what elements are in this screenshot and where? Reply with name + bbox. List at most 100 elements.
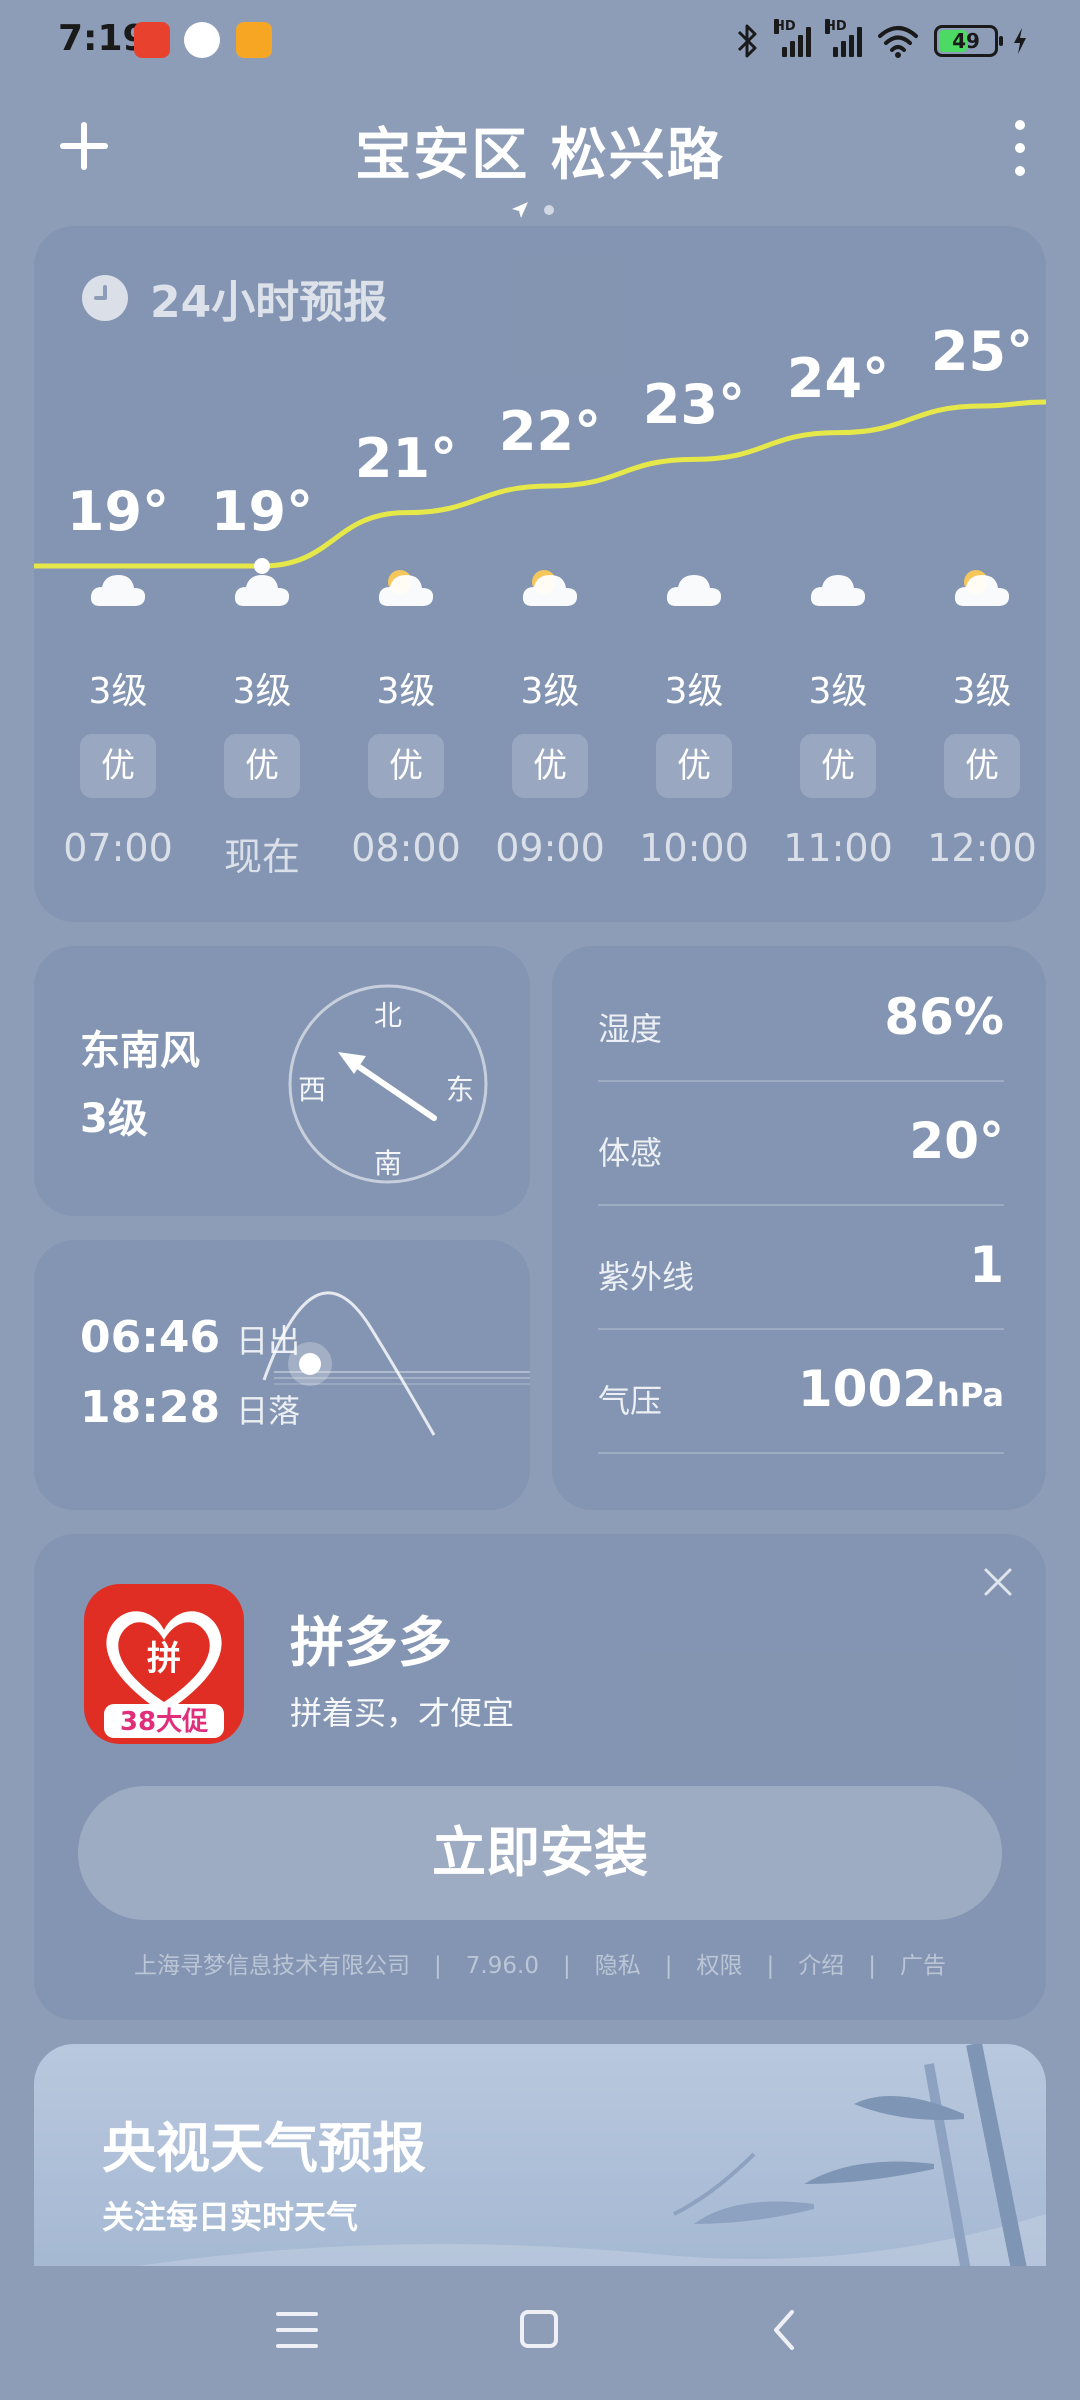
system-nav-bar	[0, 2266, 1080, 2400]
footer-separator: |	[562, 1953, 571, 1979]
ad-footer: 上海寻梦信息技术有限公司 | 7.96.0 | 隐私 | 权限 | 介绍 | 广告	[34, 1946, 1046, 1980]
ad-company: 上海寻梦信息技术有限公司	[134, 1953, 411, 1979]
close-icon[interactable]	[980, 1564, 1016, 1600]
hour-temp: 21°	[354, 426, 458, 490]
charging-icon	[1014, 28, 1026, 54]
status-icons: HD HD 49	[736, 19, 1028, 62]
hour-aqi-badge: 优	[800, 734, 876, 798]
wifi-icon	[878, 26, 918, 58]
detail-value: 86%	[884, 988, 1004, 1046]
sun-card[interactable]: 06:46 日出 18:28 日落	[34, 1240, 530, 1510]
bluetooth-icon	[737, 24, 757, 58]
compass-north: 北	[374, 999, 403, 1032]
hour-temp: 24°	[786, 346, 890, 410]
hour-temp: 19°	[210, 480, 314, 543]
logo-badge: 38大促	[120, 1707, 208, 1737]
hour-time: 08:00	[351, 826, 461, 870]
ad-label: 广告	[899, 1953, 946, 1979]
hour-wind-level: 3级	[952, 671, 1012, 712]
hour-wind-level: 3级	[664, 671, 724, 712]
toutiao-app-icon	[134, 22, 170, 58]
recent-apps-button[interactable]	[276, 2312, 318, 2348]
detail-humidity: 湿度 86%	[598, 958, 1004, 1082]
detail-uv: 紫外线 1	[598, 1206, 1004, 1330]
detail-value: 20°	[909, 1112, 1004, 1170]
cloud-icon	[666, 575, 722, 606]
partly-sunny-icon	[378, 570, 434, 606]
hour-wind-level: 3级	[232, 671, 292, 712]
ad-permissions-link[interactable]: 权限	[684, 1953, 754, 1979]
detail-label: 湿度	[598, 1010, 663, 1048]
wind-compass: 北 南 东 西	[286, 982, 490, 1186]
hourly-forecast-card[interactable]: 24小时预报 19° 3级优 07:00 19° 3级优现在 21° 3级优 08:00 22°…	[34, 226, 1046, 922]
hour-time: 11:00	[783, 826, 893, 870]
hour-aqi-badge: 优	[944, 734, 1020, 798]
details-card[interactable]: 湿度 86% 体感 20° 紫外线 1 气压 1002hPa	[552, 946, 1046, 1510]
hd-label: HD	[825, 19, 847, 34]
hour-time: 现在	[223, 835, 300, 879]
footer-separator: |	[766, 1953, 775, 1979]
detail-label: 紫外线	[598, 1258, 695, 1296]
hour-aqi-badge: 优	[512, 734, 588, 798]
avatar-app-icon	[184, 22, 220, 58]
ad-version: 7.96.0	[465, 1953, 539, 1979]
wind-level: 3级	[80, 1096, 148, 1142]
sunset-time: 18:28	[80, 1382, 221, 1433]
cloud-icon	[810, 575, 866, 606]
detail-value: 1002hPa	[797, 1360, 1004, 1418]
hour-aqi-badge: 优	[80, 734, 156, 798]
hour-temp: 19°	[66, 480, 170, 543]
ad-card: 拼 38大促 拼多多 拼着买，才便宜 立即安装 上海寻梦信息技术有限公司 | 7.9…	[34, 1534, 1046, 2020]
message-app-icon	[236, 22, 272, 58]
detail-value: 1	[969, 1236, 1004, 1294]
footer-separator: |	[434, 1953, 442, 1979]
ad-intro-link[interactable]: 介绍	[786, 1953, 856, 1979]
cloud-icon	[234, 575, 290, 606]
hour-time: 10:00	[639, 826, 749, 870]
sunset-label: 日落	[236, 1392, 301, 1430]
cloud-icon	[90, 575, 146, 606]
sunrise-row: 06:46 日出	[80, 1312, 300, 1363]
battery-icon: 49	[934, 25, 1003, 57]
pinduoduo-logo[interactable]: 拼 38大促	[84, 1584, 244, 1744]
hd-label: HD	[774, 19, 796, 34]
signal-icon-2: HD	[825, 19, 862, 57]
hour-wind-level: 3级	[520, 671, 580, 712]
pressure-unit: hPa	[937, 1376, 1004, 1414]
cctv-subtitle: 关注每日实时天气	[102, 2198, 359, 2236]
hour-aqi-badge: 优	[224, 734, 300, 798]
page-indicator	[510, 200, 554, 220]
more-options-button[interactable]	[1008, 120, 1032, 176]
ad-privacy-link[interactable]: 隐私	[583, 1953, 653, 1979]
compass-south: 南	[374, 1147, 403, 1180]
sunset-row: 18:28 日落	[80, 1382, 300, 1433]
hour-time: 09:00	[495, 826, 605, 870]
ad-slogan: 拼着买，才便宜	[290, 1694, 515, 1732]
hour-wind-level: 3级	[808, 671, 868, 712]
hour-wind-level: 3级	[376, 671, 436, 712]
logo-char: 拼	[147, 1639, 181, 1679]
wind-card[interactable]: 东南风 3级 北 南 东 西	[34, 946, 530, 1216]
partly-sunny-icon	[522, 570, 578, 606]
location-title: 宝安区 松兴路	[355, 123, 725, 188]
hour-temp: 23°	[642, 373, 746, 437]
ad-app-name: 拼多多	[290, 1611, 452, 1674]
partly-sunny-icon	[954, 570, 1010, 606]
hour-time: 12:00	[927, 826, 1037, 870]
sunrise-label: 日出	[236, 1322, 301, 1360]
hour-temp: 22°	[498, 400, 602, 463]
hour-aqi-badge: 优	[656, 734, 732, 798]
install-button[interactable]: 立即安装	[78, 1786, 1002, 1920]
status-bar: 7:19 HD HD 49	[0, 0, 1080, 84]
detail-pressure: 气压 1002hPa	[598, 1330, 1004, 1454]
footer-separator: |	[868, 1953, 876, 1979]
sun-arc-icon	[262, 1291, 530, 1436]
compass-west: 西	[298, 1073, 327, 1106]
back-button[interactable]	[770, 2308, 798, 2352]
detail-feels-like: 体感 20°	[598, 1082, 1004, 1206]
page-dot	[544, 205, 554, 215]
detail-label: 气压	[598, 1382, 663, 1420]
battery-level: 49	[952, 29, 980, 53]
home-button[interactable]	[520, 2310, 558, 2348]
location-arrow-icon	[512, 202, 528, 218]
